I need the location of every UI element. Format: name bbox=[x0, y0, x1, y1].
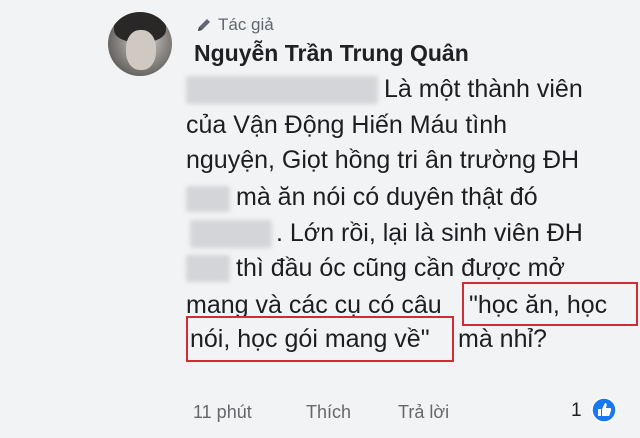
redacted-text bbox=[186, 76, 378, 104]
comment-line: của Vận Động Hiến Máu tình bbox=[186, 111, 508, 139]
author-badge-label: Tác giả bbox=[218, 15, 274, 34]
like-reaction-icon[interactable] bbox=[591, 397, 617, 423]
comment-line: nguyện, Giọt hồng tri ân trường ĐH bbox=[186, 146, 580, 174]
highlight-box bbox=[462, 282, 638, 326]
comment-line: mà nhỉ? bbox=[458, 325, 547, 353]
avatar[interactable] bbox=[108, 12, 172, 76]
pencil-icon bbox=[198, 19, 210, 31]
redacted-text bbox=[186, 186, 230, 212]
redacted-text bbox=[186, 255, 230, 282]
comment-line: Là một thành viên bbox=[384, 75, 583, 103]
redacted-text bbox=[190, 220, 272, 248]
author-badge: Tác giả bbox=[196, 14, 274, 36]
highlight-box bbox=[186, 316, 454, 362]
comment-line: thì đầu óc cũng cần được mở bbox=[236, 254, 565, 282]
reaction-count[interactable]: 1 bbox=[571, 400, 582, 422]
avatar-face bbox=[126, 30, 156, 70]
comment-timestamp[interactable]: 11 phút bbox=[193, 402, 252, 423]
comment-line: . Lớn rồi, lại là sinh viên ĐH bbox=[276, 219, 583, 247]
like-link[interactable]: Thích bbox=[306, 402, 351, 423]
author-name[interactable]: Nguyễn Trần Trung Quân bbox=[194, 40, 469, 67]
comment-line: mà ăn nói có duyên thật đó bbox=[236, 183, 538, 211]
reply-link[interactable]: Trả lời bbox=[398, 402, 449, 423]
